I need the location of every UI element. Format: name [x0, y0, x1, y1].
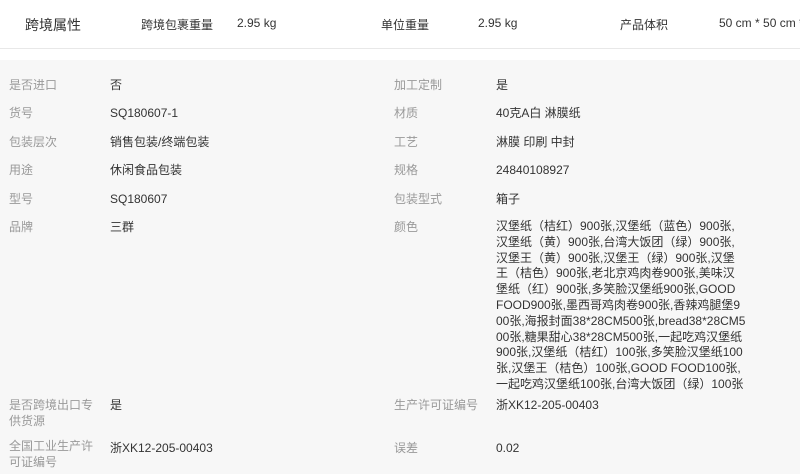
attr-value-import: 否 [110, 78, 123, 92]
attr-value-material: 40克A白 淋膜纸 [496, 106, 581, 120]
attribute-grid: 是否进口 否 货号 SQ180607-1 包装层次 销售包装/终端包装 用途 休… [0, 60, 800, 474]
unit-weight-value: 2.95 kg [478, 16, 518, 30]
attr-value-color: 汉堡纸（桔红）900张,汉堡纸（蓝色）900张,汉堡纸（黄）900张,台湾大饭团… [496, 219, 746, 391]
volume-value: 50 cm * 50 cm * [719, 16, 800, 30]
attr-value-pack-type: 箱子 [496, 192, 521, 206]
attr-label-pack-level: 包装层次 [9, 135, 58, 149]
attr-value-craft: 淋膜 印刷 中封 [496, 135, 575, 149]
attr-value-item-no: SQ180607-1 [110, 106, 179, 120]
attr-value-pack-level: 销售包装/终端包装 [110, 135, 210, 149]
attr-label-import: 是否进口 [9, 78, 58, 92]
attr-value-tolerance: 0.02 [496, 441, 520, 455]
attr-label-color: 颜色 [394, 220, 419, 234]
attr-value-license: 浙XK12-205-00403 [496, 398, 599, 412]
pkg-weight-label: 跨境包裹重量 [141, 18, 214, 32]
attr-label-craft: 工艺 [394, 135, 419, 149]
cross-border-header: 跨境属性 跨境包裹重量 2.95 kg 单位重量 2.95 kg 产品体积 50… [0, 0, 800, 49]
attr-label-material: 材质 [394, 106, 419, 120]
attr-label-custom: 加工定制 [394, 78, 443, 92]
attr-value-usage: 休闲食品包装 [110, 163, 183, 177]
attr-label-model: 型号 [9, 192, 34, 206]
attr-label-item-no: 货号 [9, 106, 34, 120]
pkg-weight-value: 2.95 kg [237, 16, 277, 30]
volume-label: 产品体积 [620, 18, 669, 32]
attr-label-usage: 用途 [9, 163, 34, 177]
attr-label-spec: 规格 [394, 163, 419, 177]
attr-value-spec: 24840108927 [496, 163, 570, 177]
attr-label-license: 生产许可证编号 [394, 398, 479, 412]
attr-label-brand: 品牌 [9, 220, 34, 234]
attr-label-pack-type: 包装型式 [394, 192, 443, 206]
attr-value-export-only: 是 [110, 398, 123, 412]
attr-value-national-license: 浙XK12-205-00403 [110, 441, 213, 455]
attr-label-export-only: 是否跨境出口专供货源 [9, 398, 94, 428]
attr-value-model: SQ180607 [110, 192, 168, 206]
section-title: 跨境属性 [25, 17, 81, 33]
attr-label-tolerance: 误差 [394, 441, 419, 455]
attr-label-national-license: 全国工业生产许可证编号 [9, 439, 94, 469]
attr-value-custom: 是 [496, 78, 509, 92]
unit-weight-label: 单位重量 [381, 18, 430, 32]
attr-value-brand: 三群 [110, 220, 135, 234]
